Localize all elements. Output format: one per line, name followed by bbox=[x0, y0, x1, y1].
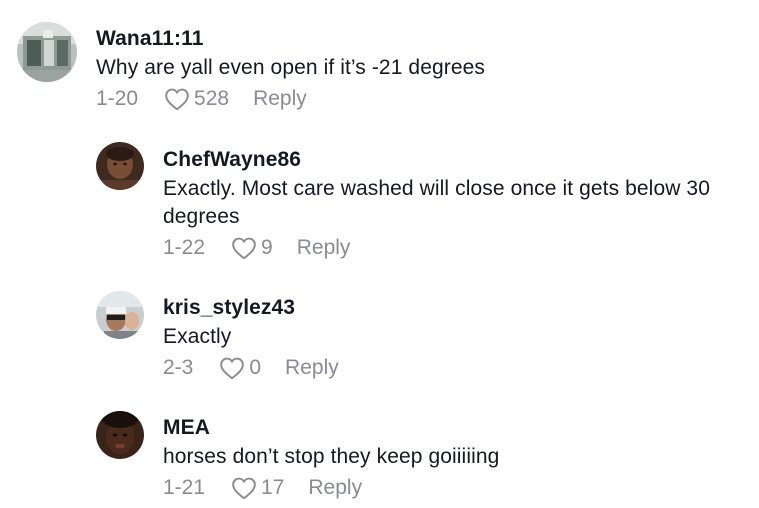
like-button[interactable]: 0 bbox=[219, 355, 285, 381]
comment-text: Why are yall even open if it’s -21 degre… bbox=[96, 56, 486, 79]
comment-item: Wana11:11 Why are yall even open if it’s… bbox=[17, 22, 737, 112]
like-button[interactable]: 9 bbox=[231, 235, 297, 261]
comment-item: kris_stylez43 Exactly 2-3 0 Reply bbox=[96, 291, 696, 381]
comment-text: Exactly. Most care washed will close onc… bbox=[163, 177, 710, 228]
comment-item: MEA horses don’t stop they keep goiiiiin… bbox=[96, 411, 696, 501]
heart-icon bbox=[232, 237, 256, 260]
comment-date: 1-22 bbox=[163, 236, 206, 259]
heart-icon bbox=[165, 88, 189, 111]
avatar[interactable] bbox=[17, 22, 77, 82]
like-count: 0 bbox=[249, 356, 262, 379]
comment-body: kris_stylez43 Exactly 2-3 0 Reply bbox=[163, 295, 339, 381]
heart-icon bbox=[232, 477, 256, 500]
storefront-photo-icon bbox=[17, 22, 77, 82]
comment-item: ChefWayne86 Exactly. Most care washed wi… bbox=[96, 142, 751, 261]
comment-body: Wana11:11 Why are yall even open if it’s… bbox=[96, 26, 485, 112]
person-photo-icon bbox=[96, 142, 144, 190]
comment-meta: 1-21 17 Reply bbox=[163, 475, 499, 501]
like-count: 9 bbox=[261, 236, 273, 259]
comment-body: ChefWayne86 Exactly. Most care washed wi… bbox=[163, 147, 751, 261]
comment-meta: 1-20 528 Reply bbox=[96, 86, 485, 112]
comment-date: 1-20 bbox=[96, 87, 139, 110]
like-button[interactable]: 17 bbox=[231, 475, 308, 501]
comment-username[interactable]: ChefWayne86 bbox=[163, 147, 751, 173]
like-count: 17 bbox=[261, 476, 285, 499]
avatar[interactable] bbox=[96, 411, 144, 459]
reply-button[interactable]: Reply bbox=[297, 235, 351, 261]
comment-body: MEA horses don’t stop they keep goiiiiin… bbox=[163, 415, 499, 501]
comment-date: 2-3 bbox=[163, 356, 194, 379]
comment-text: Exactly bbox=[163, 325, 232, 348]
reply-button[interactable]: Reply bbox=[308, 475, 362, 501]
heart-icon bbox=[220, 357, 245, 380]
avatar[interactable] bbox=[96, 142, 144, 190]
reply-button[interactable]: Reply bbox=[285, 355, 339, 381]
comment-username[interactable]: Wana11:11 bbox=[96, 26, 485, 52]
comment-text: horses don’t stop they keep goiiiiing bbox=[163, 445, 500, 468]
comment-username[interactable]: kris_stylez43 bbox=[163, 295, 339, 321]
reply-button[interactable]: Reply bbox=[253, 86, 307, 112]
car-selfie-photo-icon bbox=[96, 291, 144, 339]
comment-meta: 1-22 9 Reply bbox=[163, 235, 751, 261]
like-count: 528 bbox=[194, 87, 230, 110]
comment-date: 1-21 bbox=[163, 476, 206, 499]
like-button[interactable]: 528 bbox=[164, 86, 253, 112]
comment-username[interactable]: MEA bbox=[163, 415, 499, 441]
avatar[interactable] bbox=[96, 291, 144, 339]
person-photo-icon bbox=[96, 411, 144, 459]
comment-meta: 2-3 0 Reply bbox=[163, 355, 339, 381]
